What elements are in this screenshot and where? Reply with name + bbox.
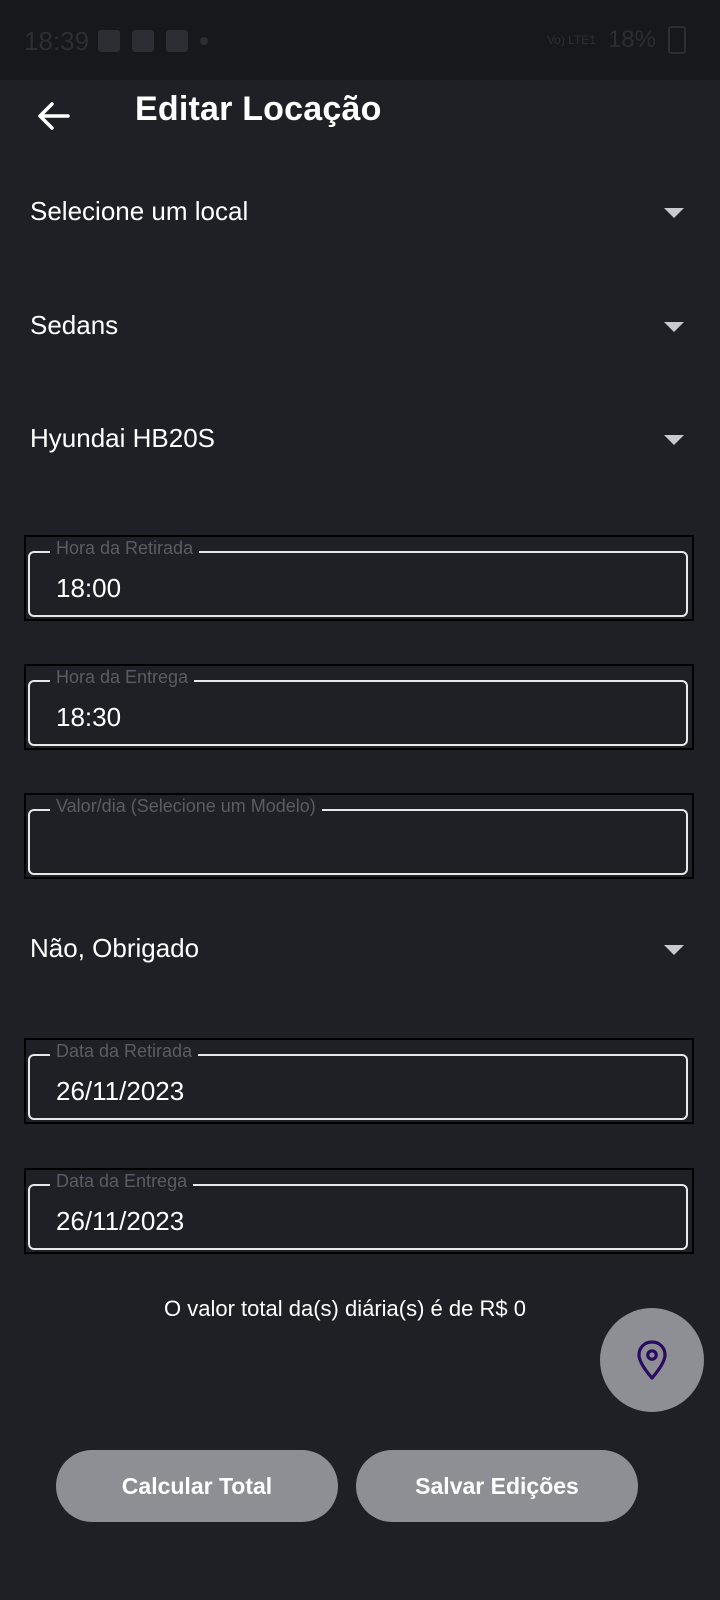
pickup-time-label: Hora da Retirada — [50, 537, 200, 559]
caret-down-icon — [664, 945, 684, 955]
return-date-field[interactable]: Data da Entrega 26/11/2023 — [24, 1168, 694, 1254]
total-value-text: O valor total da(s) diária(s) é de R$ 0 — [164, 1296, 526, 1321]
pickup-date-field[interactable]: Data da Retirada 26/11/2023 — [24, 1038, 694, 1124]
model-dropdown[interactable]: Hyundai HB20S — [0, 405, 720, 475]
caret-down-icon — [664, 322, 684, 332]
return-time-outline — [28, 680, 688, 746]
app-icon — [166, 30, 188, 52]
pickup-time-outline — [28, 551, 688, 617]
return-date-value: 26/11/2023 — [56, 1206, 185, 1236]
extra-dropdown[interactable]: Não, Obrigado — [0, 915, 720, 985]
return-time-field[interactable]: Hora da Entrega 18:30 — [24, 664, 694, 750]
category-dropdown-value: Sedans — [30, 310, 119, 340]
daily-rate-label: Valor/dia (Selecione um Modelo) — [50, 795, 322, 817]
pickup-time-value: 18:00 — [56, 573, 122, 603]
caret-down-icon — [664, 435, 684, 445]
back-button[interactable] — [32, 94, 76, 138]
local-dropdown[interactable]: Selecione um local — [0, 178, 720, 248]
daily-rate-field[interactable]: Valor/dia (Selecione um Modelo) — [24, 793, 694, 879]
network-label: Vo) LTE1 — [546, 33, 596, 47]
gallery-icon — [98, 30, 120, 52]
app-header: Editar Locação — [0, 80, 720, 164]
notification-icon — [132, 30, 154, 52]
battery-icon — [668, 26, 686, 54]
return-time-label: Hora da Entrega — [50, 666, 195, 688]
page-title: Editar Locação — [135, 90, 382, 128]
pickup-time-field[interactable]: Hora da Retirada 18:00 — [24, 535, 694, 621]
battery-percent: 18% — [607, 26, 656, 53]
return-time-value: 18:30 — [56, 702, 122, 732]
calculate-total-button[interactable]: Calcular Total — [56, 1450, 338, 1522]
map-location-button[interactable] — [600, 1308, 704, 1412]
daily-rate-outline — [28, 809, 688, 875]
model-dropdown-value: Hyundai HB20S — [30, 423, 215, 453]
status-notification-icons — [98, 30, 208, 52]
arrow-left-icon — [38, 102, 70, 130]
pickup-date-label: Data da Retirada — [50, 1040, 199, 1062]
return-date-label: Data da Entrega — [50, 1170, 194, 1192]
status-bar: 18:39 Vo) LTE1 18% — [0, 0, 720, 80]
status-time: 18:39 — [24, 26, 90, 56]
pickup-date-value: 26/11/2023 — [56, 1076, 185, 1106]
more-dot-icon — [200, 37, 208, 45]
map-pin-icon — [637, 1340, 667, 1380]
save-edits-button[interactable]: Salvar Edições — [356, 1450, 638, 1522]
status-right: Vo) LTE1 18% — [547, 26, 686, 54]
caret-down-icon — [664, 208, 684, 218]
extra-dropdown-value: Não, Obrigado — [30, 933, 200, 963]
category-dropdown[interactable]: Sedans — [0, 292, 720, 362]
local-dropdown-value: Selecione um local — [30, 196, 249, 226]
